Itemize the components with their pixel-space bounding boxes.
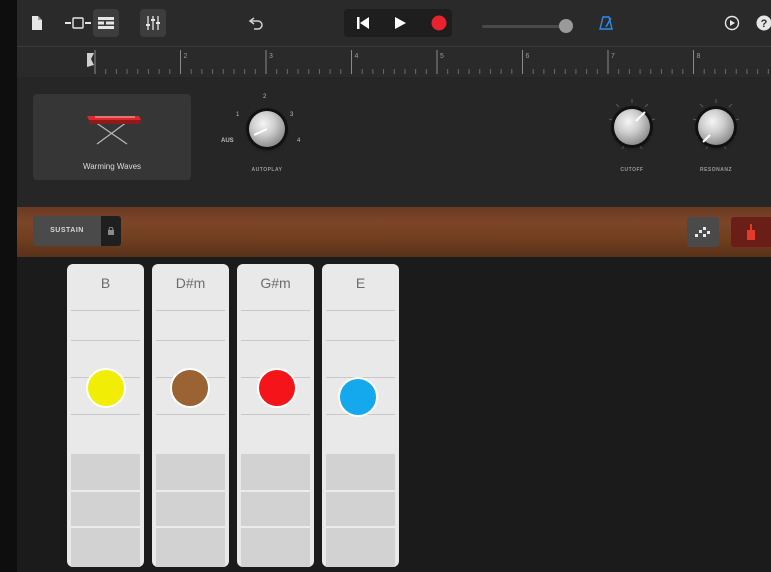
ruler-bar-number: 3 <box>269 53 273 60</box>
autoplay-knob[interactable] <box>249 111 285 147</box>
record-icon[interactable] <box>428 9 450 37</box>
bass-pads[interactable] <box>71 454 140 567</box>
arpeggiator-icon <box>695 227 710 237</box>
bass-pads[interactable] <box>241 454 310 567</box>
cutoff-knob-group: CUTOFF <box>597 91 667 181</box>
tracks-view-icon[interactable] <box>63 9 93 37</box>
chord-label: D#m <box>175 275 206 291</box>
svg-text:?: ? <box>761 18 768 30</box>
keyboard-icon <box>87 116 141 145</box>
autoplay-position-2: 2 <box>263 94 267 100</box>
autoplay-position-off: AUS <box>221 138 234 144</box>
garageband-window: ? 2 3 4 5 6 7 8 Warming Waves 2 1 3 AUS 4 AUTO… <box>17 0 771 572</box>
mixer-icon[interactable] <box>140 9 166 37</box>
instrument-name: Warming Waves <box>82 162 142 171</box>
playhead-icon[interactable] <box>87 53 94 67</box>
autoplay-position-1: 1 <box>236 112 240 118</box>
help-icon[interactable]: ? <box>755 9 771 37</box>
toolbar: ? <box>17 0 771 46</box>
instrument-panel: Warming Waves 2 1 3 AUS 4 AUTOPLAY CUTOF… <box>17 77 771 207</box>
resonance-label: RESONANZ <box>699 167 733 173</box>
play-icon[interactable] <box>389 9 411 37</box>
autoplay-knob-group: 2 1 3 AUS 4 AUTOPLAY <box>217 91 317 181</box>
ruler-bar-number: 7 <box>611 53 615 60</box>
undo-icon[interactable] <box>245 9 267 37</box>
chord-label: G#m <box>260 275 291 291</box>
sustain-button[interactable]: SUSTAIN <box>33 216 121 246</box>
arpeggiator-button[interactable] <box>687 217 719 247</box>
ruler-bar-number: 5 <box>440 53 444 60</box>
chord-dot <box>338 377 378 417</box>
transport-controls <box>344 9 452 37</box>
chord-strip-d-sharp-m[interactable]: D#m <box>152 264 229 567</box>
volume-slider-knob[interactable] <box>558 19 573 33</box>
instrument-selector[interactable]: Warming Waves <box>33 94 191 180</box>
sustain-label: SUSTAIN <box>50 227 84 234</box>
document-icon[interactable] <box>27 9 47 37</box>
chord-strip-e[interactable]: E <box>322 264 399 567</box>
volume-slider[interactable] <box>482 19 573 33</box>
autoplay-position-3: 3 <box>290 112 294 118</box>
chord-strip-b[interactable]: B <box>67 264 144 567</box>
cutoff-label: CUTOFF <box>620 167 644 173</box>
autoplay-position-4: 4 <box>297 138 301 144</box>
autoplay-label: AUTOPLAY <box>251 167 283 173</box>
list-view-icon[interactable] <box>93 9 119 37</box>
chord-label: B <box>100 275 111 291</box>
rewind-icon[interactable] <box>352 9 374 37</box>
resonance-knob-group: RESONANZ <box>681 91 751 181</box>
control-bar: SUSTAIN <box>17 207 771 257</box>
resonance-knob[interactable] <box>698 109 734 145</box>
timeline-ruler[interactable]: 2 3 4 5 6 7 8 <box>17 46 771 78</box>
chord-strip-g-sharp-m[interactable]: G#m <box>237 264 314 567</box>
ruler-bar-number: 2 <box>184 53 188 60</box>
cutoff-knob[interactable] <box>614 109 650 145</box>
ruler-bar-number: 6 <box>526 53 530 60</box>
settings-icon[interactable] <box>721 9 743 37</box>
bass-pads[interactable] <box>156 454 225 567</box>
ruler-ticks: 2 3 4 5 6 7 8 <box>87 50 769 74</box>
bass-pads[interactable] <box>326 454 395 567</box>
chord-label: E <box>355 275 366 291</box>
chord-dot <box>257 368 297 408</box>
chord-dot <box>86 368 126 408</box>
chord-dot <box>170 368 210 408</box>
metronome-icon[interactable] <box>595 9 617 37</box>
keyboard-toggle-button[interactable] <box>731 217 771 247</box>
lock-icon[interactable] <box>101 216 121 246</box>
keyboard-toggle-icon <box>747 224 755 240</box>
chord-strips-area: B D#m G#m E <box>17 257 771 572</box>
ruler-bar-number: 8 <box>697 53 701 60</box>
ruler-bar-number: 4 <box>355 53 359 60</box>
